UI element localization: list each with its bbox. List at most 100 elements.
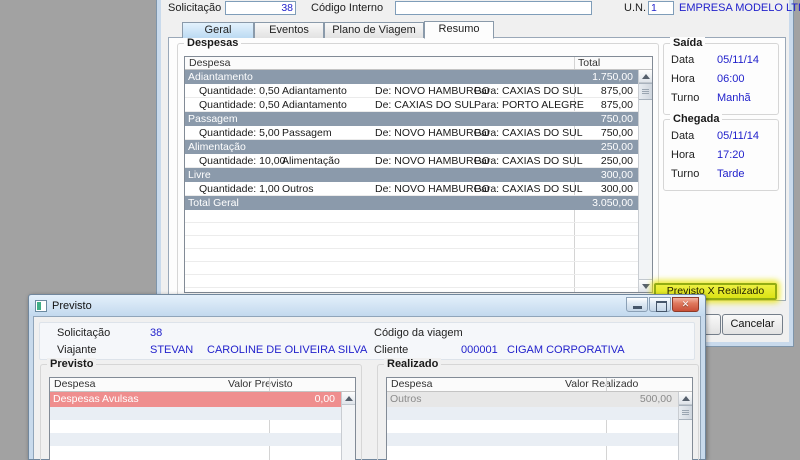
cell-despesa: Adiantamento — [282, 99, 347, 111]
tab-eventos[interactable]: Eventos — [254, 22, 324, 38]
title-bar[interactable]: Previsto — [29, 295, 705, 316]
column-divider — [606, 378, 607, 391]
cell-para: Para: PORTO ALEGRE — [474, 99, 584, 111]
desktop-background: Solicitação 38 Código Interno U.N. 1 EMP… — [0, 0, 800, 460]
table-row-group[interactable]: Livre 300,00 — [185, 168, 638, 182]
column-divider — [574, 57, 575, 69]
table-row-total-geral[interactable]: Total Geral 3.050,00 — [185, 196, 638, 210]
saida-hora-label: Hora — [671, 73, 695, 85]
pv-cliente-code: 000001 — [461, 344, 498, 356]
empty-row — [50, 433, 341, 446]
table-row[interactable]: Quantidade: 5,00 Passagem De: NOVO HAMBU… — [185, 126, 638, 140]
empty-row — [50, 407, 341, 420]
empty-row — [50, 420, 341, 433]
selected-row[interactable]: Despesas Avulsas 0,00 — [50, 392, 341, 407]
scroll-up-button[interactable] — [639, 70, 652, 83]
table-row-group[interactable]: Alimentação 250,00 — [185, 140, 638, 154]
empty-row — [387, 433, 678, 446]
un-company-text: EMPRESA MODELO LTDA — [679, 2, 800, 14]
empty-row — [185, 275, 638, 288]
table-row[interactable]: Quantidade: 0,50 Adiantamento De: NOVO H… — [185, 84, 638, 98]
scrollbar-thumb[interactable] — [639, 83, 652, 100]
realizado-panel-title: Realizado — [384, 358, 442, 370]
chegada-data-value: 05/11/14 — [717, 130, 760, 142]
un-field[interactable]: 1 — [648, 1, 674, 15]
codigo-interno-label: Código Interno — [311, 2, 384, 14]
un-label: U.N. — [624, 2, 646, 14]
grip-icon — [642, 89, 649, 94]
vertical-scrollbar[interactable] — [638, 70, 652, 292]
table-row-group[interactable]: Adiantamento 1.750,00 — [185, 70, 638, 84]
column-valor-realizado: Valor Realizado — [565, 378, 639, 390]
empty-row — [185, 249, 638, 262]
cell-despesa: Despesas Avulsas — [53, 393, 139, 405]
vertical-scrollbar[interactable] — [341, 392, 355, 460]
tab-geral[interactable]: Geral — [182, 22, 254, 38]
cell-de: De: NOVO HAMBURGO — [375, 127, 490, 139]
pv-codigo-viagem-label: Código da viagem — [374, 327, 463, 339]
arrow-down-icon — [642, 284, 650, 289]
table-row[interactable]: Quantidade: 1,00 Outros De: NOVO HAMBURG… — [185, 182, 638, 196]
pv-solicitacao-value: 38 — [150, 327, 163, 339]
caption-buttons — [626, 297, 699, 312]
cell-despesa: Adiantamento — [282, 85, 347, 97]
cell-de: De: NOVO HAMBURGO — [375, 155, 490, 167]
arrow-up-icon — [642, 74, 650, 79]
chegada-data-label: Data — [671, 130, 695, 142]
previsto-grid: Despesa Valor Previsto Despesas Avulsas … — [49, 377, 356, 460]
cell-despesa: Alimentação — [282, 155, 340, 167]
cell-valor: 500,00 — [639, 393, 672, 405]
close-button[interactable] — [672, 297, 699, 312]
group-total: 3.050,00 — [592, 197, 633, 209]
group-total: 250,00 — [600, 141, 633, 153]
group-total: 750,00 — [600, 113, 633, 125]
group-label: Adiantamento — [188, 71, 253, 83]
tab-resumo[interactable]: Resumo — [424, 21, 494, 39]
scroll-up-button[interactable] — [342, 392, 355, 405]
group-total: 1.750,00 — [592, 71, 633, 83]
cell-quantidade: Quantidade: 5,00 — [199, 127, 280, 139]
cell-valor: 0,00 — [314, 393, 335, 405]
table-row-group[interactable]: Passagem 750,00 — [185, 112, 638, 126]
maximize-button[interactable] — [649, 297, 671, 312]
saida-hora-value: 06:00 — [717, 73, 745, 85]
column-divider — [269, 378, 270, 391]
table-row[interactable]: Outros 500,00 — [387, 392, 678, 407]
despesas-rows: Adiantamento 1.750,00 Quantidade: 0,50 A… — [185, 70, 638, 292]
scroll-up-button[interactable] — [679, 392, 692, 405]
chegada-groupbox: Chegada Data 05/11/14 Hora 17:20 Turno T… — [663, 113, 779, 191]
scrollbar-thumb[interactable] — [679, 405, 692, 420]
table-row[interactable]: Quantidade: 10,00 Alimentação De: NOVO H… — [185, 154, 638, 168]
vertical-scrollbar[interactable] — [678, 392, 692, 460]
column-despesa: Despesa — [189, 57, 231, 69]
solicitacao-label: Solicitação — [168, 2, 222, 14]
cell-total: 875,00 — [600, 99, 633, 111]
arrow-up-icon — [345, 396, 353, 401]
cancelar-button[interactable]: Cancelar — [722, 314, 783, 335]
scroll-down-button[interactable] — [639, 279, 652, 292]
empty-row — [50, 446, 341, 459]
chegada-hora-label: Hora — [671, 149, 695, 161]
previsto-header-panel: Solicitação 38 Viajante STEVAN CAROLINE … — [39, 322, 695, 360]
empty-row — [387, 407, 678, 420]
table-row[interactable]: Quantidade: 0,50 Adiantamento De: CAXIAS… — [185, 98, 638, 112]
cell-de: De: NOVO HAMBURGO — [375, 183, 490, 195]
previsto-window-client: Solicitação 38 Viajante STEVAN CAROLINE … — [33, 316, 701, 460]
empty-row — [185, 223, 638, 236]
grip-icon — [682, 410, 689, 415]
group-total: 300,00 — [600, 169, 633, 181]
column-valor-previsto: Valor Previsto — [228, 378, 293, 390]
pv-viajante-name: CAROLINE DE OLIVEIRA SILVA — [207, 344, 368, 356]
cell-para: Para: CAXIAS DO SUL — [474, 85, 583, 97]
despesas-groupbox-title: Despesas — [184, 37, 242, 49]
solicitacao-field[interactable]: 38 — [225, 1, 296, 15]
previsto-window: Previsto Solicitação 38 Viajante STEVAN … — [28, 294, 706, 460]
tab-plano-de-viagem[interactable]: Plano de Viagem — [324, 22, 424, 38]
codigo-interno-field[interactable] — [395, 1, 592, 15]
cell-despesa: Outros — [282, 183, 314, 195]
saida-data-label: Data — [671, 54, 695, 66]
despesas-grid: Despesa Total Adiantamento 1.750,00 Quan… — [184, 56, 653, 293]
chegada-title: Chegada — [670, 113, 723, 125]
minimize-button[interactable] — [626, 297, 648, 312]
group-label: Passagem — [188, 113, 238, 125]
